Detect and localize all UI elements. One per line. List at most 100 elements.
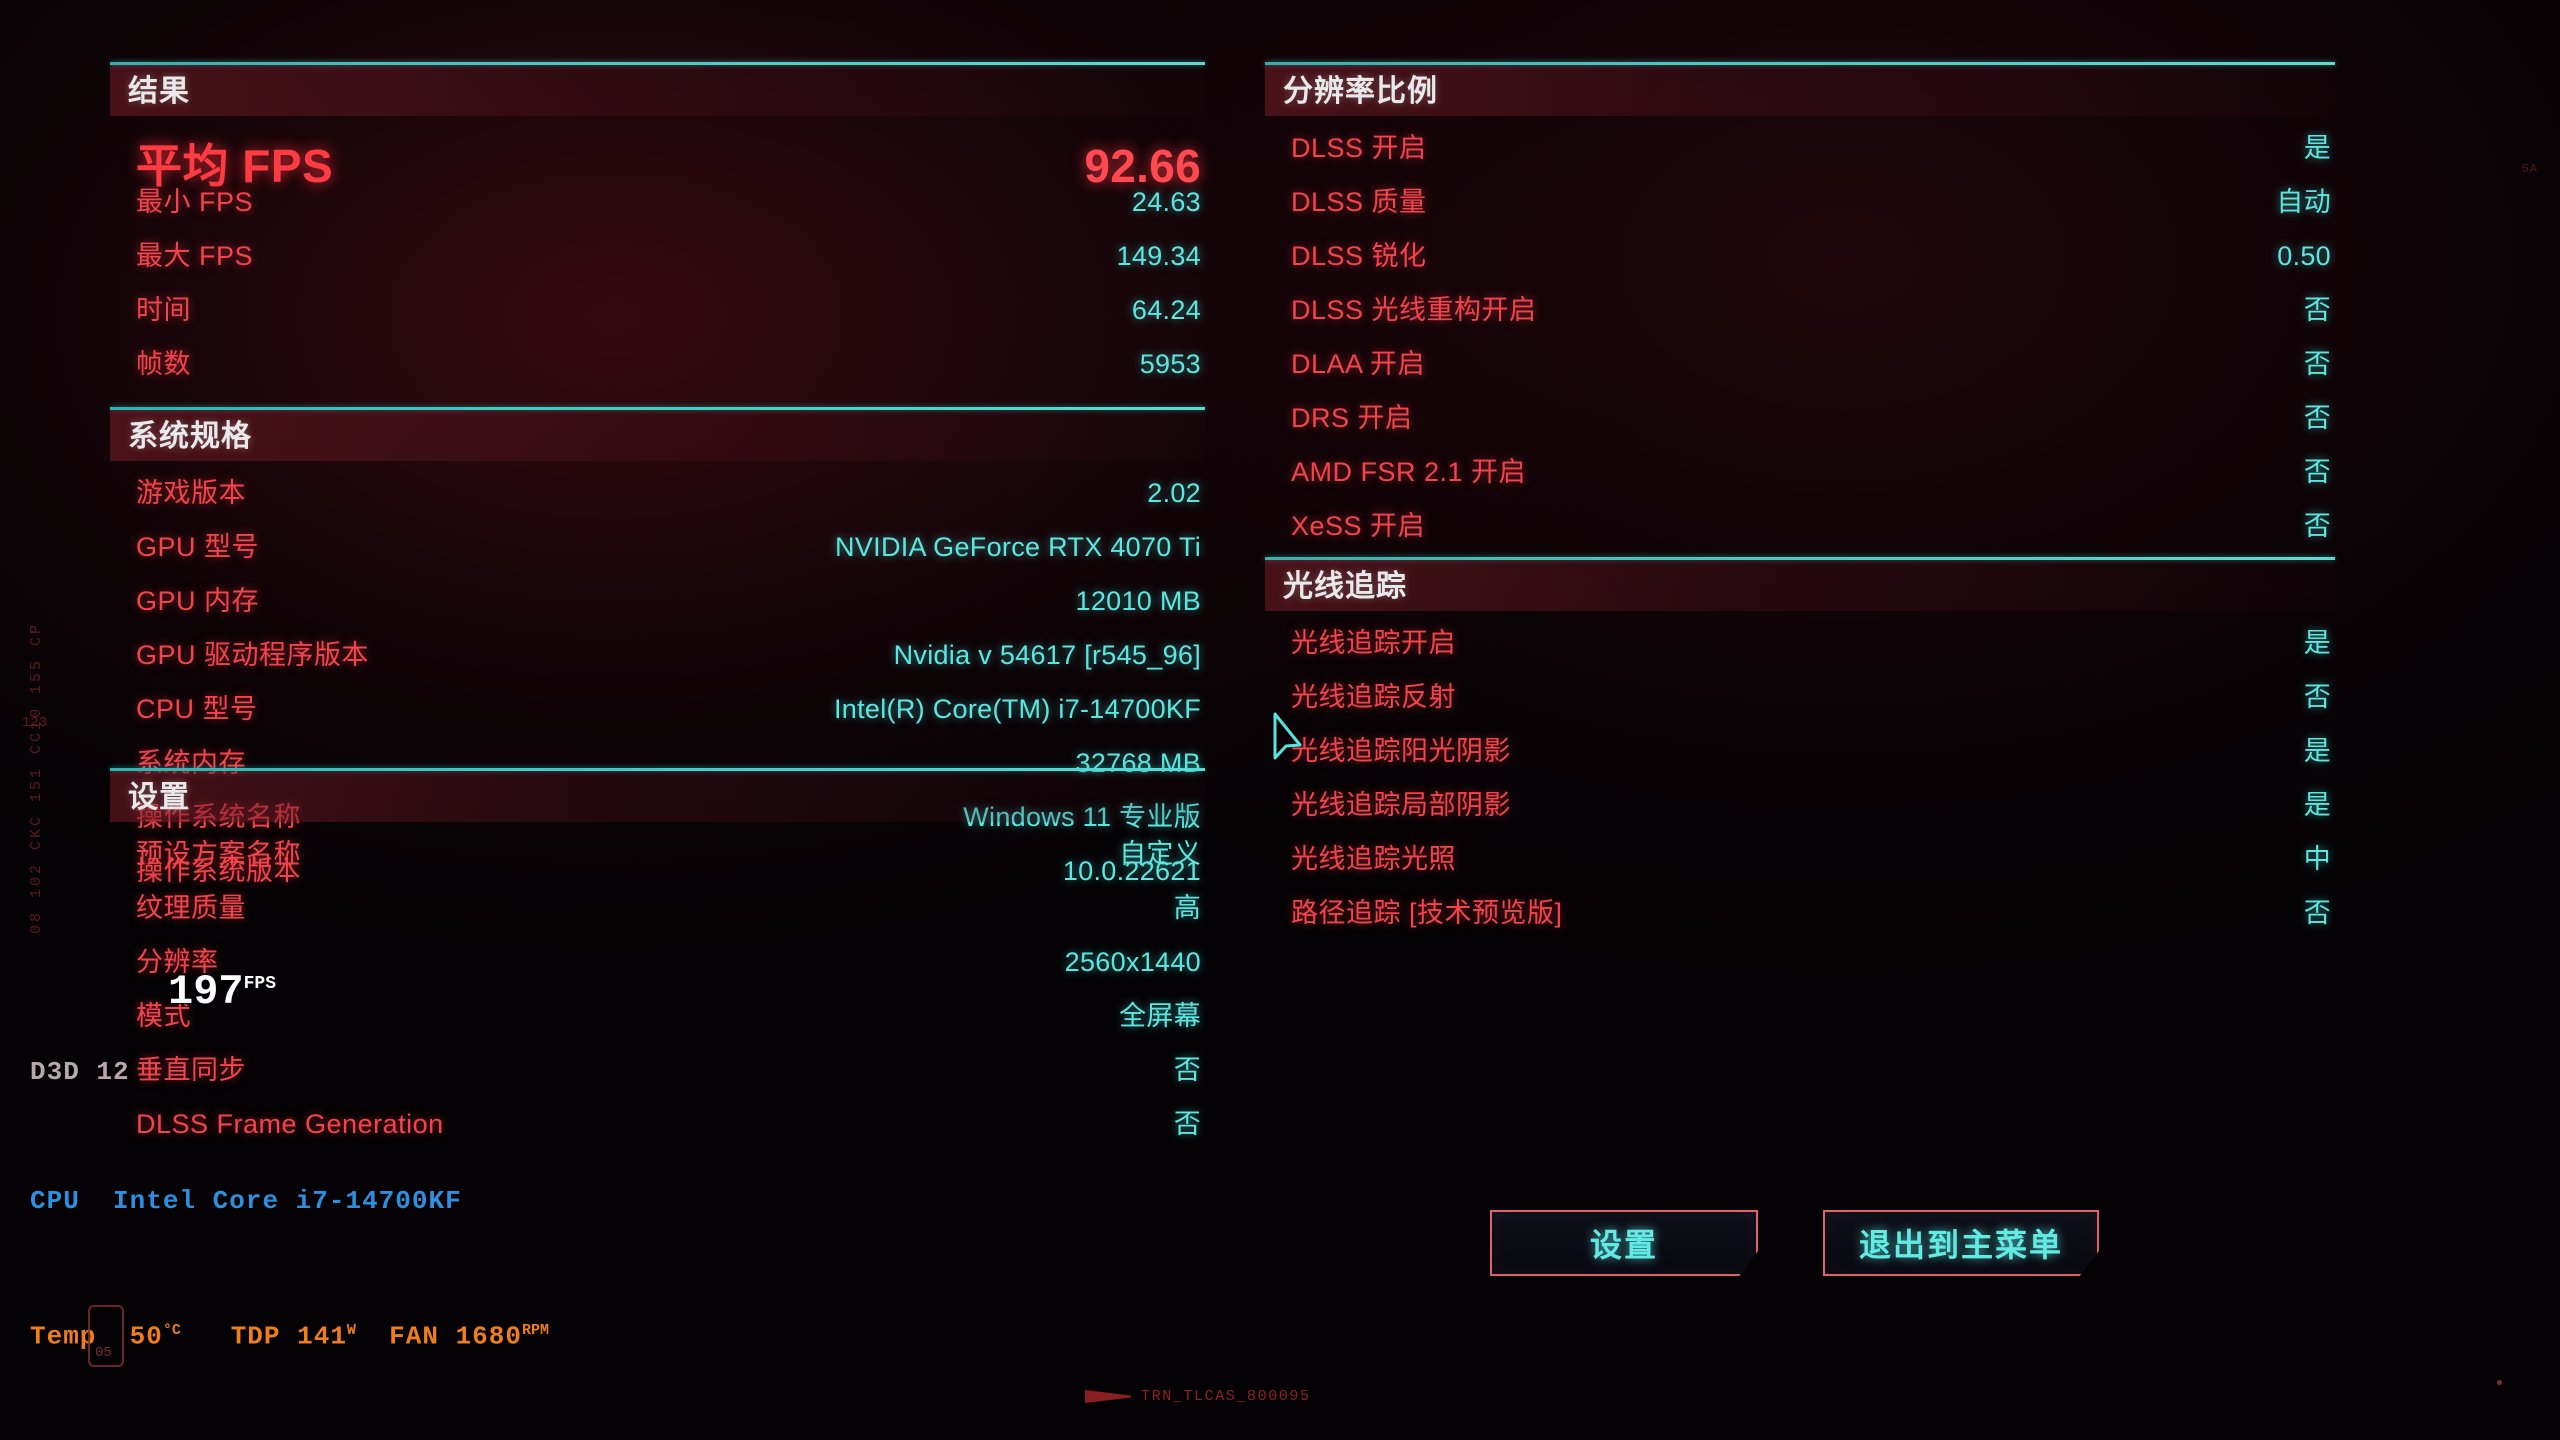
drs-enabled-value: 否: [2303, 402, 2331, 433]
rt-enabled-value: 是: [2303, 627, 2331, 658]
gpu-memory-label: GPU 内存: [136, 585, 260, 616]
gpu-driver-label: GPU 驱动程序版本: [136, 639, 370, 670]
gpu-model-label: GPU 型号: [136, 531, 260, 562]
path-tracing-value: 否: [2303, 897, 2331, 928]
table-row: GPU 型号 NVIDIA GeForce RTX 4070 Ti: [110, 525, 1205, 579]
xess-enabled-value: 否: [2303, 510, 2331, 541]
ray-tracing-row-list: 光线追踪开启 是 光线追踪反射 否 光线追踪阳光阴影 是 光线追踪局部阴影 是 …: [1265, 611, 2335, 945]
table-row: DRS 开启 否: [1265, 396, 2335, 450]
table-row: GPU 驱动程序版本 Nvidia v 54617 [r545_96]: [110, 633, 1205, 687]
table-row: DLSS 开启 是: [1265, 126, 2335, 180]
osd-cpu-tag: CPU: [30, 1186, 80, 1216]
table-row: 光线追踪光照 中: [1265, 837, 2335, 891]
osd-cpu-tdp: 141: [297, 1321, 347, 1352]
vsync-value: 否: [1173, 1054, 1201, 1085]
table-row: 分辨率 2560x1440: [110, 940, 1205, 994]
table-row: DLSS 光线重构开启 否: [1265, 288, 2335, 342]
corner-mark-text: 5A: [2521, 162, 2538, 176]
rt-lighting-label: 光线追踪光照: [1291, 843, 1456, 874]
rt-local-shadows-label: 光线追踪局部阴影: [1291, 789, 1511, 820]
table-row: XeSS 开启 否: [1265, 504, 2335, 558]
osd-cpu-temp: 50: [129, 1321, 163, 1352]
table-row: 预设方案名称 自定义: [110, 832, 1205, 886]
display-mode-label: 模式: [136, 1000, 191, 1031]
osd-cpu-temp-label: Temp: [30, 1321, 97, 1352]
mouse-cursor-icon: [1273, 712, 1302, 760]
settings-header-band: 设置: [110, 771, 1205, 822]
path-tracing-label: 路径追踪 [技术预览版]: [1291, 897, 1563, 928]
table-row: 光线追踪局部阴影 是: [1265, 783, 2335, 837]
table-row: 光线追踪开启 是: [1265, 621, 2335, 675]
edge-code-secondary: 123: [22, 715, 48, 731]
vsync-label: 垂直同步: [136, 1054, 246, 1085]
gpu-driver-value: Nvidia v 54617 [r545_96]: [893, 639, 1201, 670]
texture-quality-value: 高: [1173, 892, 1201, 923]
dlss-quality-label: DLSS 质量: [1291, 186, 1427, 217]
table-row: CPU 型号 Intel(R) Core(TM) i7-14700KF: [110, 687, 1205, 741]
duration-value: 64.24: [1131, 294, 1201, 325]
results-section: 结果 平均 FPS 92.66 最小 FPS 24.63 最大 FPS 149.…: [110, 62, 1205, 396]
preset-name-value: 自定义: [1119, 838, 1201, 869]
xess-enabled-label: XeSS 开启: [1291, 510, 1426, 541]
min-fps-value: 24.63: [1131, 186, 1201, 217]
resolution-scale-header-band: 分辨率比例: [1265, 65, 2335, 116]
gpu-model-value: NVIDIA GeForce RTX 4070 Ti: [835, 531, 1201, 562]
cpu-model-value: Intel(R) Core(TM) i7-14700KF: [834, 693, 1201, 724]
table-row: DLSS 锐化 0.50: [1265, 234, 2335, 288]
resolution-scale-row-list: DLSS 开启 是 DLSS 质量 自动 DLSS 锐化 0.50 DLSS 光…: [1265, 116, 2335, 558]
exit-to-main-menu-button[interactable]: 退出到主菜单: [1823, 1210, 2100, 1276]
settings-button-label: 设置: [1589, 1227, 1658, 1263]
dlss-enabled-label: DLSS 开启: [1291, 132, 1427, 163]
table-row: 最大 FPS 149.34: [110, 234, 1205, 288]
results-row-list: 平均 FPS 92.66 最小 FPS 24.63 最大 FPS 149.34 …: [110, 116, 1205, 396]
table-row: 垂直同步 否: [110, 1048, 1205, 1102]
dlss-sharpness-label: DLSS 锐化: [1291, 240, 1427, 271]
dlss-ray-reconstruction-value: 否: [2303, 294, 2331, 325]
table-row: GPU 内存 12010 MB: [110, 579, 1205, 633]
ram-badge-number: 05: [95, 1345, 112, 1361]
rt-sun-shadows-value: 是: [2303, 735, 2331, 766]
settings-button[interactable]: 设置: [1490, 1210, 1758, 1276]
settings-row-list: 预设方案名称 自定义 纹理质量 高 分辨率 2560x1440 模式 全屏幕 垂…: [110, 822, 1205, 1156]
ray-tracing-header-band: 光线追踪: [1265, 560, 2335, 611]
table-row: 路径追踪 [技术预览版] 否: [1265, 891, 2335, 945]
edge-code-text: 08 102 CKC 151 CC10 155 CP: [28, 622, 45, 935]
table-row: 游戏版本 2.02: [110, 471, 1205, 525]
table-row: 光线追踪阳光阴影 是: [1265, 729, 2335, 783]
frames-label: 帧数: [136, 348, 191, 379]
osd-cpu-tdp-label: TDP: [230, 1321, 281, 1352]
rt-reflections-label: 光线追踪反射: [1291, 681, 1456, 712]
exit-to-main-menu-button-label: 退出到主菜单: [1859, 1227, 2064, 1263]
system-spec-header-band: 系统规格: [110, 410, 1205, 461]
display-mode-value: 全屏幕: [1119, 1000, 1201, 1031]
rt-local-shadows-value: 是: [2303, 789, 2331, 820]
osd-cpu-stats-line: Temp 50°C TDP 141W FAN 1680RPM: [30, 1309, 867, 1359]
table-row: 光线追踪反射 否: [1265, 675, 2335, 729]
max-fps-label: 最大 FPS: [136, 240, 254, 271]
game-version-value: 2.02: [1147, 477, 1201, 508]
max-fps-value: 149.34: [1116, 240, 1201, 271]
osd-cpu-fan: 1680: [455, 1321, 522, 1352]
results-title: 结果: [128, 75, 190, 108]
osd-cpu-temp-unit: °C: [162, 1322, 181, 1339]
table-row: 纹理质量 高: [110, 886, 1205, 940]
rt-reflections-value: 否: [2303, 681, 2331, 712]
settings-section: 设置 预设方案名称 自定义 纹理质量 高 分辨率 2560x1440 模式 全屏…: [110, 768, 1205, 1156]
settings-title: 设置: [128, 781, 190, 814]
ray-tracing-section: 光线追踪 光线追踪开启 是 光线追踪反射 否 光线追踪阳光阴影 是 光线追踪局部…: [1265, 557, 2335, 945]
watermark-text: TRN_TLCAS_800095: [1141, 1388, 1311, 1405]
resolution-label: 分辨率: [136, 946, 219, 977]
table-row: DLSS 质量 自动: [1265, 180, 2335, 234]
table-row: 平均 FPS 92.66: [110, 126, 1205, 192]
dlaa-enabled-value: 否: [2303, 348, 2331, 379]
resolution-scale-section: 分辨率比例 DLSS 开启 是 DLSS 质量 自动 DLSS 锐化 0.50 …: [1265, 62, 2335, 558]
avg-fps-value: 92.66: [1084, 139, 1201, 192]
dlaa-enabled-label: DLAA 开启: [1291, 348, 1426, 379]
rt-enabled-label: 光线追踪开启: [1291, 627, 1456, 658]
osd-cpu-fan-unit: RPM: [522, 1322, 550, 1339]
table-row: 帧数 5953: [110, 342, 1205, 396]
watermark: TRN_TLCAS_800095: [1085, 1388, 1311, 1405]
rt-sun-shadows-label: 光线追踪阳光阴影: [1291, 735, 1511, 766]
preset-name-label: 预设方案名称: [136, 838, 301, 869]
resolution-scale-title: 分辨率比例: [1283, 75, 1438, 108]
